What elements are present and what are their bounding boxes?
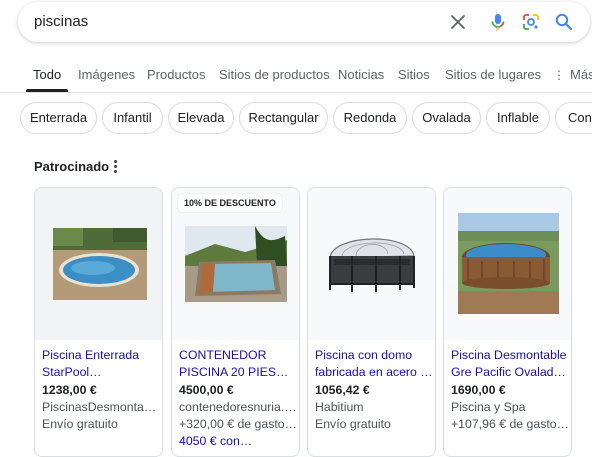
product-shipping: Envío gratuito [315, 417, 391, 431]
product-title-line: fabricada en acero … [315, 365, 433, 379]
chip-rectangular[interactable]: Rectangular [239, 102, 328, 134]
tab-mas[interactable]: ⋮ Más [553, 67, 592, 82]
product-image-container [308, 188, 435, 340]
product-title-line: PISCINA 20 PIES… [179, 365, 289, 379]
product-title-line: Gre Pacific Ovalada… [451, 365, 569, 379]
chip-inflable[interactable]: Inflable [486, 102, 550, 134]
tab-sitios[interactable]: Sitios [398, 67, 430, 82]
product-title-line: Piscina Desmontable [451, 348, 567, 362]
product-image-container: 10% DE DESCUENTO [172, 188, 299, 340]
chip-infantil[interactable]: Infantil [102, 102, 163, 134]
product-title[interactable]: Piscina Enterrada StarPool… [42, 347, 160, 381]
clear-icon[interactable] [448, 12, 468, 32]
product-promo-link[interactable]: 4050 € con… [179, 433, 297, 450]
product-shipping: Envío gratuito [42, 417, 118, 431]
product-image-container [444, 188, 571, 340]
search-bar[interactable]: piscinas [18, 2, 590, 42]
tabs-divider [0, 92, 592, 93]
product-merchant: contenedoresnuria.es [179, 400, 297, 414]
product-title-line: CONTENEDOR [179, 348, 267, 362]
tab-mas-label: Más [570, 67, 592, 82]
product-merchant: Piscina y Spa [451, 400, 526, 414]
product-merchant: Habitium [315, 400, 364, 414]
tab-sitios-de-productos[interactable]: Sitios de productos [219, 67, 330, 82]
search-input[interactable]: piscinas [34, 13, 88, 30]
product-card[interactable]: Piscina con domo fabricada en acero … 10… [307, 187, 436, 457]
lens-icon[interactable] [521, 12, 541, 32]
tab-todo[interactable]: Todo [33, 67, 61, 82]
product-shipping: +107,96 € de gasto… [451, 417, 569, 431]
product-title[interactable]: CONTENEDOR PISCINA 20 PIES… [179, 347, 297, 381]
product-price: 1690,00 € [451, 383, 506, 397]
tab-sitios-de-lugares[interactable]: Sitios de lugares [445, 67, 541, 82]
sponsored-label: Patrocinado [34, 159, 110, 174]
oval-inground-pool-image[interactable] [53, 228, 147, 300]
product-price: 1238,00 € [42, 383, 97, 397]
product-title-line: Piscina Enterrada [42, 348, 140, 362]
product-card[interactable]: Piscina Enterrada StarPool… 1238,00 € Pi… [34, 187, 163, 457]
more-vertical-icon: ⋮ [553, 68, 565, 82]
tab-noticias[interactable]: Noticias [338, 67, 384, 82]
microphone-icon[interactable] [488, 12, 508, 32]
product-shipping: +320,00 € de gasto… [179, 417, 297, 431]
chip-redonda[interactable]: Redonda [333, 102, 407, 134]
product-price: 1056,42 € [315, 383, 370, 397]
domed-steel-pool-image[interactable] [322, 226, 422, 302]
product-card[interactable]: 10% DE DESCUENTO CONTENEDOR PISCINA 20 P… [171, 187, 300, 457]
tab-imagenes[interactable]: Imágenes [78, 67, 135, 82]
product-title[interactable]: Piscina con domo fabricada en acero … [315, 347, 433, 381]
product-price: 4500,00 € [179, 383, 234, 397]
product-title[interactable]: Piscina Desmontable Gre Pacific Ovalada… [451, 347, 569, 381]
search-tabs: Todo Imágenes Productos Sitios de produc… [0, 60, 592, 92]
container-pool-image[interactable] [185, 226, 287, 302]
product-image-container [35, 188, 162, 340]
product-card[interactable]: Piscina Desmontable Gre Pacific Ovalada…… [443, 187, 572, 457]
chip-ovalada[interactable]: Ovalada [412, 102, 481, 134]
product-title-line: Piscina con domo [315, 348, 413, 362]
search-icon[interactable] [554, 12, 574, 32]
chip-enterrada[interactable]: Enterrada [20, 102, 97, 134]
discount-badge: 10% DE DESCUENTO [178, 194, 282, 212]
chip-con[interactable]: Con [555, 102, 592, 134]
product-merchant: PiscinasDesmontables [42, 400, 160, 414]
tab-productos[interactable]: Productos [147, 67, 206, 82]
chip-elevada[interactable]: Elevada [168, 102, 234, 134]
wood-oval-pool-image[interactable] [458, 213, 559, 314]
more-options-icon[interactable] [110, 159, 120, 173]
product-title-line: StarPool… [42, 365, 102, 379]
